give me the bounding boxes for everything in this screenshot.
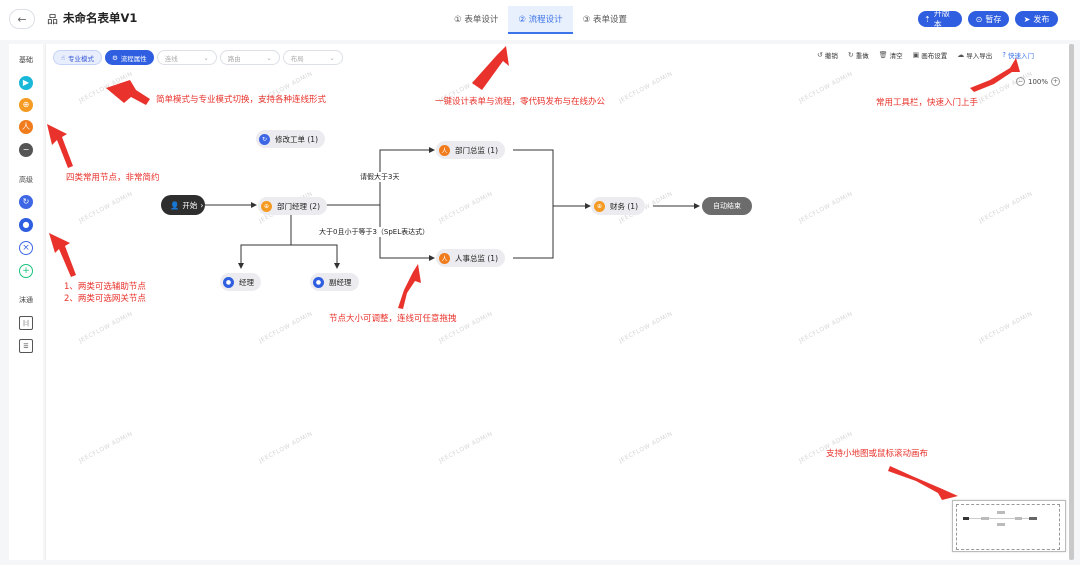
annotation-toolbar: 常用工具栏，快速入门上手 (876, 98, 979, 108)
node-hr-director[interactable]: 人人事总监 (1) (436, 249, 506, 267)
annotation-four-nodes: 四类常用节点，非常简约 (66, 173, 160, 183)
node-vice-manager[interactable]: ● 副经理 (310, 273, 359, 291)
annotation-mode-switch: 简单模式与专业模式切换，支持各种连线形式 (156, 95, 327, 105)
chevron-right-icon: › (200, 200, 204, 210)
subprocess-icon: ↻ (259, 133, 270, 145)
edge-label-leave-range[interactable]: 大于0且小于等于3（SpEL表达式） (319, 227, 430, 237)
approver-icon: ⊕ (594, 200, 605, 212)
node-dept-manager[interactable]: ⊕ 部门经理 (2) (258, 197, 328, 215)
flow-end-node[interactable]: 自动结束 (702, 197, 752, 215)
node-manager[interactable]: ● 经理 (220, 273, 261, 291)
annotation-minimap: 支持小地图或鼠标滚动画布 (826, 449, 929, 459)
handler-icon: 人 (439, 252, 450, 264)
annotation-resizable: 节点大小可调整，连线可任意拖拽 (329, 314, 457, 324)
node-modify-ticket[interactable]: ↻ 修改工单 (1) (256, 130, 326, 148)
node-finance[interactable]: ⊕ 财务 (1) (591, 197, 646, 215)
node-dept-director[interactable]: 人部门总监 (1) (436, 141, 506, 159)
approver-icon: ⊕ (261, 200, 272, 212)
cc-icon: ● (313, 276, 324, 288)
handler-icon: 人 (439, 144, 450, 156)
minimap-preview (963, 511, 1037, 526)
user-icon: 👤 (170, 200, 180, 210)
minimap[interactable] (952, 500, 1066, 552)
annotation-one-click: 一键设计表单与流程，零代码发布与在线办公 (435, 97, 606, 107)
annotation-gateway-nodes: 2、两类可选网关节点 (64, 294, 146, 304)
cc-icon: ● (223, 276, 234, 288)
flow-start-node[interactable]: 👤 开始 › (161, 195, 205, 215)
annotation-aux-nodes: 1、两类可选辅助节点 (64, 282, 146, 292)
edge-label-leave-gt3[interactable]: 请假大于3天 (360, 172, 400, 182)
flow-edges (47, 46, 1020, 500)
